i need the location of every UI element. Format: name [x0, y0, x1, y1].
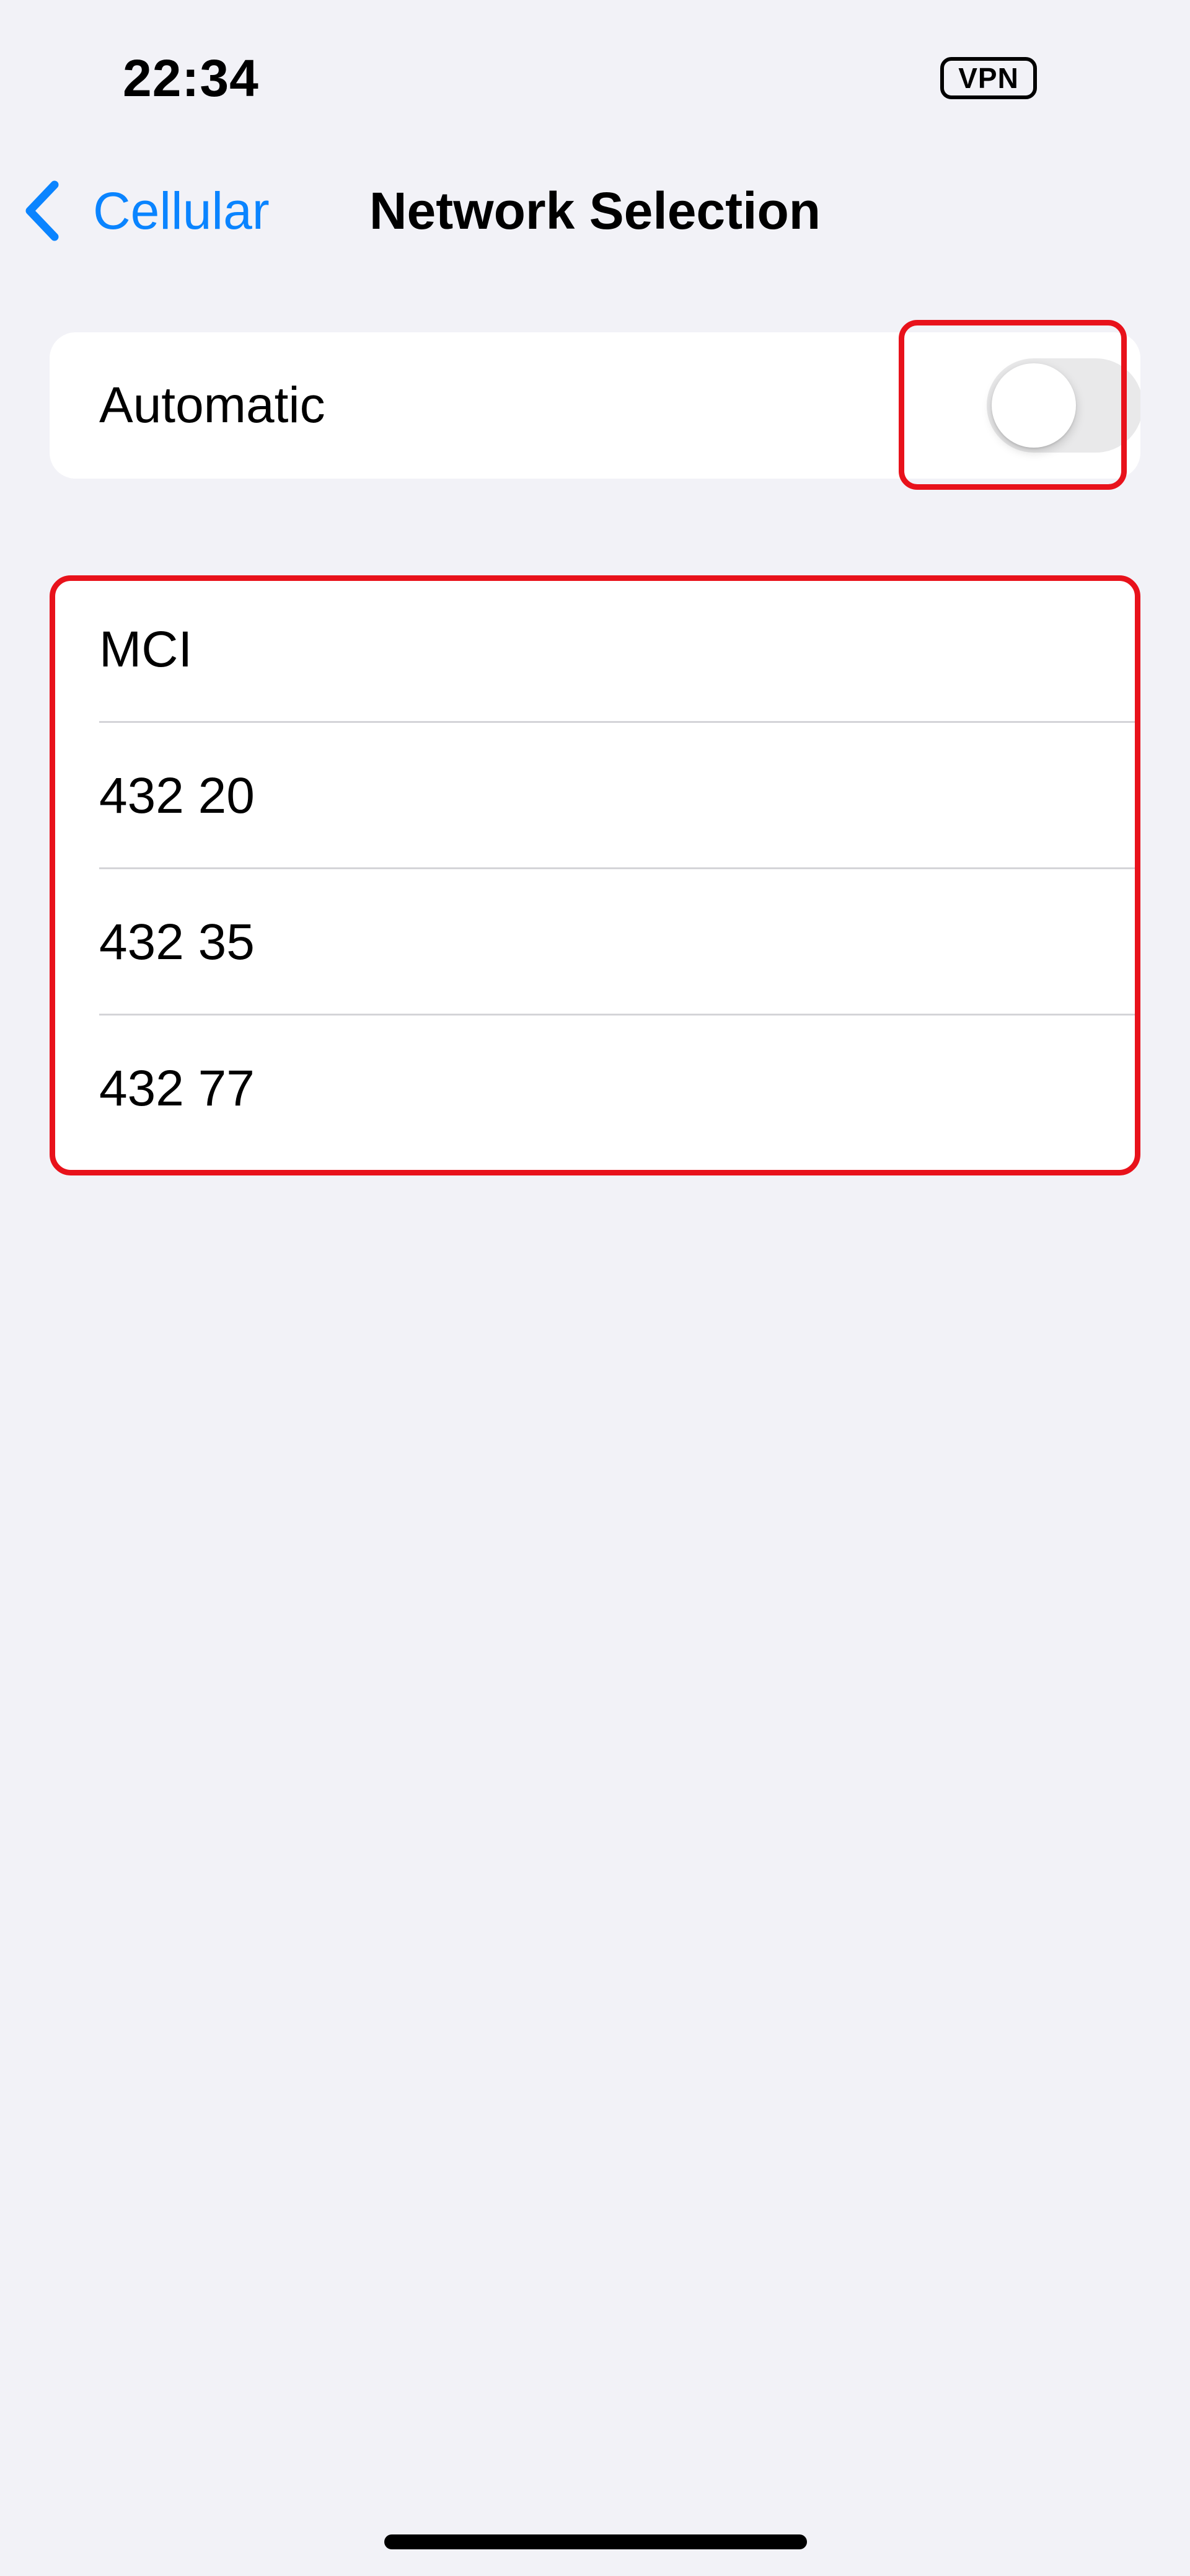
- network-label: 432 20: [99, 768, 255, 824]
- network-label: 432 35: [99, 914, 255, 970]
- network-row-432-77[interactable]: 432 77: [50, 1016, 1140, 1162]
- network-row-432-35[interactable]: 432 35: [50, 869, 1140, 1016]
- network-row-mci[interactable]: MCI: [50, 577, 1140, 723]
- network-row-432-20[interactable]: 432 20: [50, 723, 1140, 869]
- page-title: Network Selection: [369, 182, 821, 240]
- chevron-left-icon: [22, 174, 71, 248]
- network-label: MCI: [99, 621, 193, 678]
- vpn-badge: VPN: [940, 57, 1037, 99]
- automatic-toggle[interactable]: [987, 358, 1140, 453]
- toggle-knob: [992, 363, 1076, 448]
- home-indicator[interactable]: [384, 2534, 807, 2549]
- network-label: 432 77: [99, 1060, 255, 1117]
- back-button-label: Cellular: [93, 182, 270, 240]
- back-button[interactable]: Cellular: [22, 174, 270, 248]
- status-time: 22:34: [123, 49, 259, 107]
- automatic-label: Automatic: [99, 377, 325, 433]
- automatic-card: Automatic: [50, 332, 1140, 479]
- network-list: MCI 432 20 432 35 432 77: [50, 577, 1140, 1174]
